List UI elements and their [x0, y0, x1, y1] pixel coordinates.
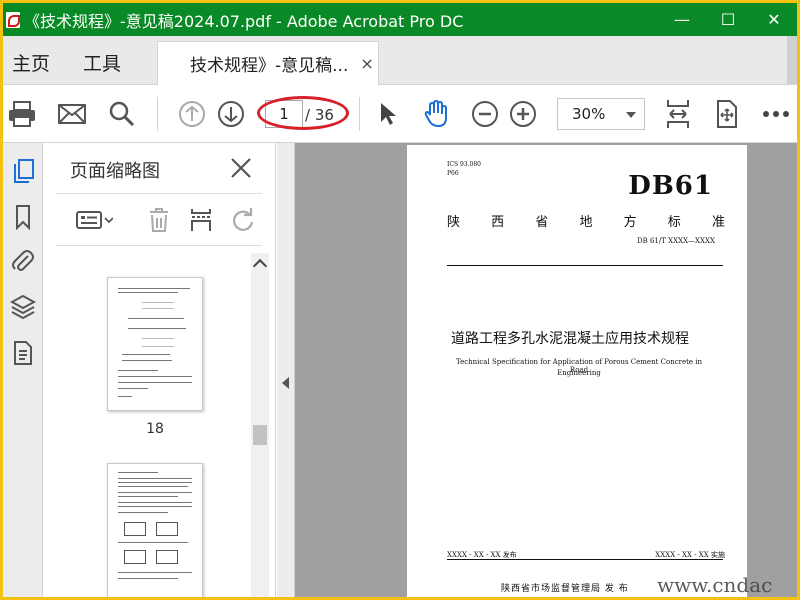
thumbnail-list: 18	[56, 253, 250, 597]
window-controls: — ☐ ✕	[659, 3, 797, 36]
document-view[interactable]: ICS 93.080 P66 DB61 陕 西 省 地 方 标 准 DB 61/…	[277, 143, 797, 597]
panel-divider	[56, 245, 262, 246]
chevron-down-icon	[626, 112, 636, 118]
ics-code: ICS 93.080	[447, 161, 481, 168]
page-thumbnail[interactable]	[107, 463, 203, 597]
page-thumbnails-icon[interactable]	[9, 157, 37, 185]
scroll-up-icon[interactable]	[252, 258, 268, 274]
document-tab-label: 技术规程》-意见稿...	[190, 56, 349, 76]
thumbnail-scrollbar[interactable]	[251, 253, 269, 597]
rotate-view-icon[interactable]	[710, 97, 744, 131]
thumbnail-options-icon[interactable]	[74, 205, 114, 235]
next-page-icon[interactable]	[214, 97, 248, 131]
acrobat-window: 《技术规程》-意见稿2024.07.pdf - Adobe Acrobat Pr…	[3, 3, 797, 597]
zoom-level-dropdown[interactable]: 30%	[557, 98, 645, 130]
email-icon[interactable]	[55, 97, 89, 131]
print-icon[interactable]	[5, 97, 39, 131]
toolbar-separator	[157, 97, 158, 131]
insert-page-icon[interactable]	[186, 205, 216, 235]
close-panel-icon[interactable]	[228, 155, 254, 181]
thumbnail-page-label: 18	[146, 421, 164, 437]
standard-type: 陕 西 省 地 方 标 准	[447, 215, 725, 230]
hand-tool-icon[interactable]	[419, 97, 453, 131]
footer-rule	[447, 559, 723, 560]
more-options-icon[interactable]	[759, 97, 793, 131]
acrobat-logo-icon	[6, 11, 20, 28]
header-rule	[447, 265, 723, 266]
search-icon[interactable]	[105, 97, 139, 131]
document-tab[interactable]: 技术规程》-意见稿... ×	[157, 41, 379, 85]
document-title-cn: 道路工程多孔水泥混凝土应用技术规程	[451, 331, 689, 347]
scrollbar-thumb[interactable]	[253, 425, 267, 445]
document-title-en-cont: Engineering	[557, 369, 601, 377]
classification-code: P66	[447, 170, 459, 177]
pdf-page: ICS 93.080 P66 DB61 陕 西 省 地 方 标 准 DB 61/…	[407, 145, 747, 597]
select-cursor-icon[interactable]	[371, 97, 405, 131]
document-content-icon[interactable]	[9, 339, 37, 367]
maximize-button[interactable]: ☐	[705, 3, 751, 36]
issuer: 陕西省市场监督管理局 发 布	[501, 584, 629, 594]
zoom-level-value: 30%	[572, 105, 606, 123]
zoom-in-icon[interactable]	[506, 97, 540, 131]
document-number: DB 61/T XXXX—XXXX	[636, 237, 715, 245]
panel-divider	[56, 193, 262, 194]
previous-page-icon[interactable]	[175, 97, 209, 131]
bookmark-icon[interactable]	[9, 203, 37, 231]
title-bar: 《技术规程》-意见稿2024.07.pdf - Adobe Acrobat Pr…	[3, 3, 797, 36]
menu-bar: 主页 工具 技术规程》-意见稿... ×	[3, 36, 797, 85]
attachment-icon[interactable]	[9, 247, 37, 275]
watermark: www.cndac	[657, 573, 773, 597]
fit-page-icon[interactable]	[661, 97, 695, 131]
home-tab[interactable]: 主页	[12, 49, 50, 76]
toolbar-separator	[359, 97, 360, 131]
collapse-left-icon[interactable]	[282, 377, 289, 389]
panel-collapse-strip[interactable]	[277, 143, 295, 597]
document-tab-close-icon[interactable]: ×	[360, 54, 373, 73]
layers-icon[interactable]	[9, 293, 37, 321]
menu-scrollbar[interactable]	[787, 36, 797, 84]
navigation-rail	[3, 143, 43, 597]
red-highlight-annotation	[257, 96, 349, 130]
main-toolbar: 1 / 36 30%	[3, 85, 797, 143]
close-window-button[interactable]: ✕	[751, 3, 797, 36]
standard-code: DB61	[628, 171, 713, 201]
minimize-button[interactable]: —	[659, 3, 705, 36]
panel-title: 页面缩略图	[70, 161, 160, 182]
rotate-page-icon[interactable]	[228, 205, 258, 235]
window-title: 《技术规程》-意见稿2024.07.pdf - Adobe Acrobat Pr…	[24, 11, 464, 31]
tools-tab[interactable]: 工具	[83, 49, 121, 76]
delete-page-icon[interactable]	[144, 205, 174, 235]
page-thumbnail[interactable]	[107, 277, 203, 411]
zoom-out-icon[interactable]	[468, 97, 502, 131]
page-thumbnails-panel: 页面缩略图 18	[44, 143, 276, 597]
